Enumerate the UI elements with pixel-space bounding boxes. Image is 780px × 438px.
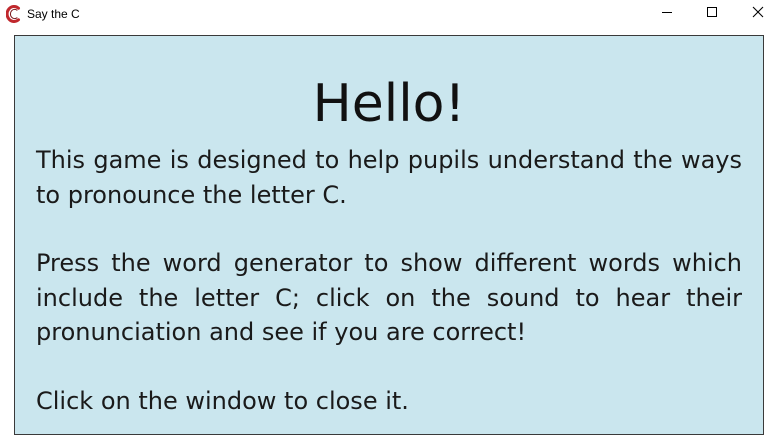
instructions-paragraph: Press the word generator to show differe…	[36, 249, 742, 346]
app-c-icon	[5, 5, 22, 23]
maximize-button[interactable]	[690, 0, 734, 28]
minimize-icon	[661, 5, 673, 23]
close-button[interactable]	[736, 0, 780, 28]
intro-paragraph: This game is designed to help pupils und…	[36, 146, 742, 209]
maximize-icon	[706, 5, 718, 23]
minimize-button[interactable]	[645, 0, 689, 28]
message-panel[interactable]: Hello! This game is designed to help pup…	[14, 35, 764, 435]
close-icon	[752, 5, 764, 23]
window-title: Say the C	[27, 7, 80, 21]
greeting-heading: Hello!	[312, 74, 466, 134]
app-window: Say the C Hello! This game is designed t…	[0, 0, 780, 438]
title-bar[interactable]: Say the C	[0, 0, 780, 28]
close-hint-paragraph: Click on the window to close it.	[36, 387, 409, 415]
